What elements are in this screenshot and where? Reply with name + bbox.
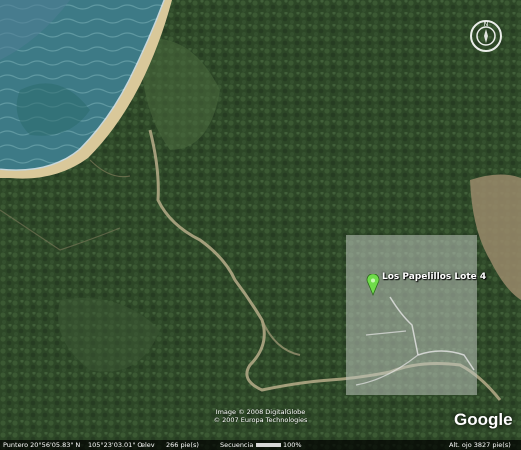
streaming-progress-bar — [256, 443, 281, 447]
elevation-label: elev — [141, 441, 155, 449]
pointer-longitude: 105°23'03.01" O — [88, 441, 143, 449]
green-placemark-icon[interactable] — [366, 273, 380, 297]
credits-line-2: © 2007 Europa Technologies — [213, 416, 308, 424]
placemark-label[interactable]: Los Papelillos Lote 4 — [382, 272, 486, 282]
compass-icon[interactable]: N — [469, 19, 503, 53]
imagery-credits: Image © 2008 DigitalGlobe © 2007 Europa … — [0, 408, 521, 424]
lot-overlay-paths — [355, 296, 475, 386]
streaming-progress-fill — [256, 443, 281, 447]
credits-line-1: Image © 2008 DigitalGlobe — [215, 408, 306, 416]
pointer-latitude: Puntero 20°56'05.83" N — [3, 441, 81, 449]
streaming-percent: 100% — [283, 441, 302, 449]
google-logo: Google — [454, 410, 513, 429]
earth-viewer[interactable]: N Los Papelillos Lote 4 Image © 2008 Dig… — [0, 0, 521, 450]
streaming-label: Secuencia — [220, 441, 254, 449]
status-bar: Puntero 20°56'05.83" N 105°23'03.01" O e… — [0, 440, 521, 450]
elevation-value: 266 pie(s) — [166, 441, 199, 449]
eye-altitude: Alt. ojo 3827 pie(s) — [449, 441, 511, 449]
svg-text:N: N — [484, 21, 489, 28]
lot-overlay-image[interactable] — [346, 235, 477, 395]
